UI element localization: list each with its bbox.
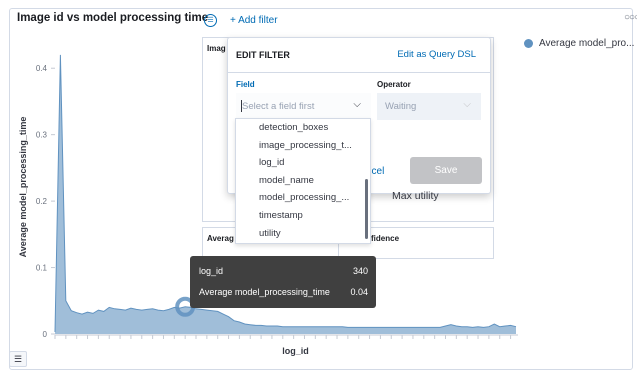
chart-tooltip: log_id 340 Average model_processing_time…	[190, 256, 376, 308]
field-label: Field	[236, 80, 255, 89]
filter-menu-icon[interactable]: ☰	[204, 14, 217, 27]
operator-placeholder: Waiting	[385, 101, 417, 112]
field-options-list: detection_boxes image_processing_t... lo…	[235, 118, 371, 244]
y-tick-label: 0.1	[36, 264, 48, 273]
field-option-log-id[interactable]: log_id	[236, 154, 370, 172]
y-tick-label: 0.3	[36, 131, 48, 140]
legend-color-icon	[524, 39, 533, 48]
divider	[228, 72, 490, 73]
tooltip-value-1: 340	[352, 266, 368, 276]
legend-label: Average model_pro...	[539, 38, 635, 49]
legend-item[interactable]: Average model_pro...	[524, 38, 634, 49]
field-option-timestamp[interactable]: timestamp	[236, 207, 370, 225]
x-axis-label: log_id	[282, 346, 309, 356]
field-option-image-processing-time[interactable]: image_processing_t...	[236, 137, 370, 155]
edit-query-dsl-link[interactable]: Edit as Query DSL	[397, 49, 476, 60]
add-filter-button[interactable]: + Add filter	[230, 15, 278, 26]
popover-title: EDIT FILTER	[236, 50, 290, 60]
max-utility-label: Max utility	[392, 190, 439, 202]
list-icon[interactable]: ☰	[9, 351, 27, 367]
scrollbar[interactable]	[365, 179, 368, 239]
tooltip-value-2: 0.04	[350, 287, 368, 297]
operator-label: Operator	[377, 80, 411, 89]
field-option-detection-boxes[interactable]: detection_boxes	[236, 119, 370, 137]
operator-combobox[interactable]: Waiting ⌵	[377, 93, 481, 120]
save-button[interactable]: Save	[410, 157, 482, 184]
tooltip-label-2: Average model_processing_time	[199, 287, 330, 297]
y-tick-label: 0	[43, 330, 48, 339]
y-axis-label: Average model_processing_time	[18, 117, 28, 258]
tooltip-label-1: log_id	[199, 266, 224, 276]
background-panel-bottom-left-title: Averag	[207, 234, 234, 243]
y-tick-label: 0.4	[36, 64, 48, 73]
field-placeholder: Select a field first	[242, 101, 315, 112]
chevron-down-icon[interactable]: ⌵	[353, 99, 361, 110]
field-option-model-processing-time[interactable]: model_processing_...	[236, 189, 370, 207]
field-option-utility[interactable]: utility	[236, 225, 370, 243]
chevron-down-icon: ⌵	[463, 99, 471, 110]
y-tick-label: 0.2	[36, 197, 48, 206]
field-option-model-name[interactable]: model_name	[236, 172, 370, 190]
background-panel-top-title: Imag	[207, 44, 226, 53]
filter-bar: ☰ + Add filter	[204, 14, 278, 27]
